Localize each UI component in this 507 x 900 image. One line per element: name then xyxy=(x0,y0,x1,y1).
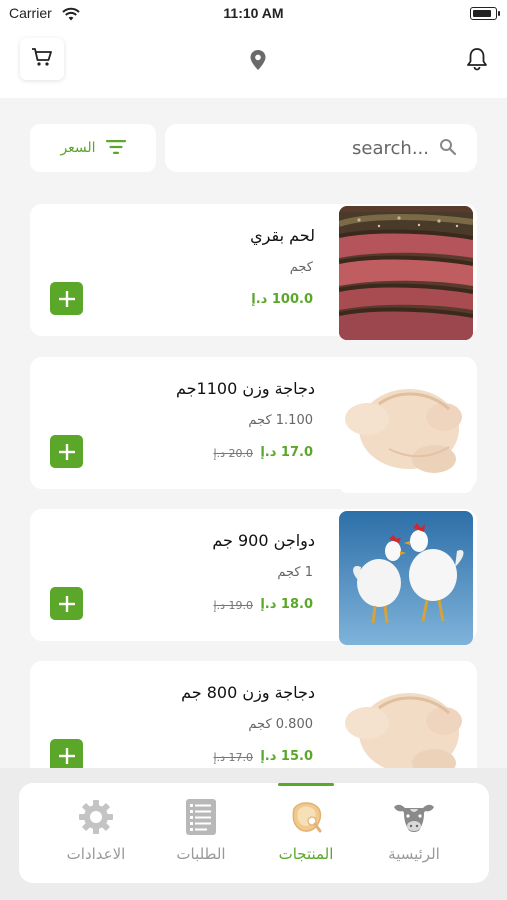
tab-label: المنتجات xyxy=(278,845,334,863)
product-image-roast-beef[interactable] xyxy=(339,206,473,340)
meat-icon xyxy=(288,798,324,836)
tab-home[interactable]: الرئيسية xyxy=(364,783,464,883)
product-card[interactable]: دجاجة وزن 800 جم 0.800 كجم 15.0 د.إ 17.0… xyxy=(30,661,477,768)
product-card[interactable]: لحم بقري كجم 100.0 د.إ xyxy=(30,204,477,340)
cart-icon xyxy=(31,47,53,71)
tab-label: الاعدادات xyxy=(66,845,126,863)
product-price: 17.0 د.إ xyxy=(260,445,313,460)
product-image-raw-chicken[interactable] xyxy=(339,359,473,493)
bottom-tab-bar: الرئيسية المنتجات الطلبات الاعدادات xyxy=(19,783,489,883)
cow-icon xyxy=(392,798,436,836)
location-pin-icon[interactable] xyxy=(250,50,266,74)
status-bar: Carrier 11:10 AM xyxy=(0,0,507,28)
filter-lines-icon xyxy=(105,139,126,158)
add-to-cart-button[interactable] xyxy=(50,282,83,315)
product-price: 100.0 د.إ xyxy=(251,292,313,307)
product-card[interactable]: دواجن 900 جم 1 كجم 18.0 د.إ 19.0 د.إ xyxy=(30,509,477,645)
gear-icon xyxy=(78,798,114,836)
plus-icon xyxy=(58,595,75,612)
search-input[interactable] xyxy=(179,124,429,172)
filter-label: السعر xyxy=(60,140,96,156)
product-old-price: 17.0 د.إ xyxy=(213,751,253,764)
product-list: لحم بقري كجم 100.0 د.إ دجاجة وزن 1100جم … xyxy=(0,200,507,768)
tab-label: الرئيسية xyxy=(388,845,440,863)
tab-orders[interactable]: الطلبات xyxy=(151,783,251,883)
add-to-cart-button[interactable] xyxy=(50,739,83,768)
battery-icon xyxy=(470,7,500,20)
add-to-cart-button[interactable] xyxy=(50,587,83,620)
search-box xyxy=(165,124,477,172)
product-price: 15.0 د.إ xyxy=(260,749,313,764)
orders-list-icon xyxy=(185,798,217,836)
price-filter-button[interactable]: السعر xyxy=(30,124,156,172)
product-name: دجاجة وزن 800 جم xyxy=(181,683,315,702)
battery-level xyxy=(472,9,492,17)
tab-settings[interactable]: الاعدادات xyxy=(46,783,146,883)
plus-icon xyxy=(58,747,75,764)
product-name: دواجن 900 جم xyxy=(212,531,315,550)
product-card[interactable]: دجاجة وزن 1100جم 1.100 كجم 17.0 د.إ 20.0… xyxy=(30,357,477,493)
product-name: لحم بقري xyxy=(250,226,315,245)
tab-products[interactable]: المنتجات xyxy=(256,783,356,883)
product-weight: كجم xyxy=(289,260,313,275)
product-image-live-chickens[interactable] xyxy=(339,511,473,645)
product-weight: 1.100 كجم xyxy=(248,413,313,428)
product-weight: 1 كجم xyxy=(277,565,313,580)
add-to-cart-button[interactable] xyxy=(50,435,83,468)
product-name: دجاجة وزن 1100جم xyxy=(176,379,315,398)
plus-icon xyxy=(58,290,75,307)
cart-button[interactable] xyxy=(20,38,64,80)
status-time: 11:10 AM xyxy=(223,5,284,21)
plus-icon xyxy=(58,443,75,460)
product-image-raw-chicken[interactable] xyxy=(339,663,473,768)
product-old-price: 20.0 د.إ xyxy=(213,447,253,460)
search-icon[interactable] xyxy=(439,138,457,160)
product-price: 18.0 د.إ xyxy=(260,597,313,612)
app-header xyxy=(0,28,507,98)
bell-icon[interactable] xyxy=(466,47,488,75)
product-weight: 0.800 كجم xyxy=(248,717,313,732)
tab-label: الطلبات xyxy=(176,845,226,863)
product-old-price: 19.0 د.إ xyxy=(213,599,253,612)
active-tab-indicator xyxy=(278,783,334,786)
